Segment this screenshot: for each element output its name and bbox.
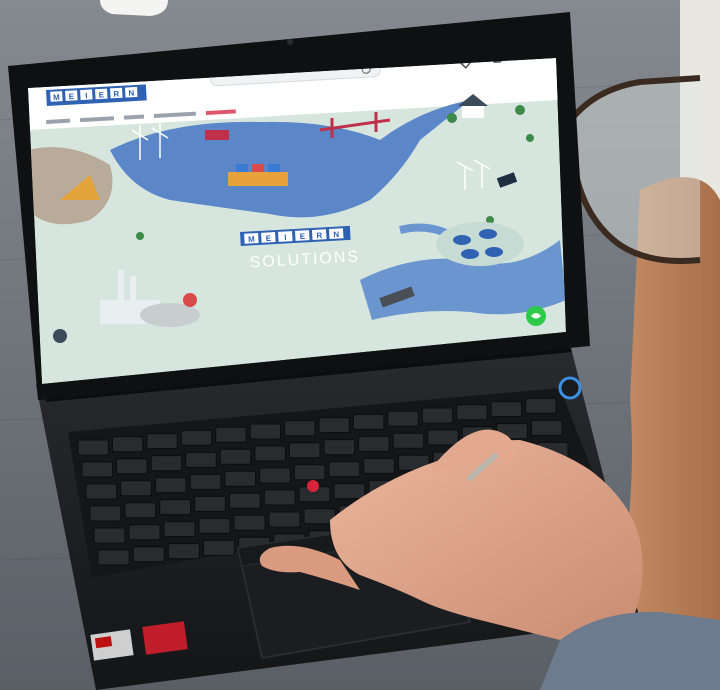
keyboard-key[interactable] <box>259 467 291 484</box>
keyboard-key[interactable] <box>132 546 165 563</box>
logo-letter: M <box>53 93 60 102</box>
keyboard-key[interactable] <box>189 473 222 490</box>
keyboard-key[interactable] <box>77 439 109 456</box>
keyboard-key[interactable] <box>150 455 183 472</box>
keyboard-key[interactable] <box>167 543 200 560</box>
keyboard-key[interactable] <box>93 527 126 544</box>
logo-letter: N <box>128 89 134 98</box>
keyboard-key[interactable] <box>128 524 161 541</box>
keyboard-key[interactable] <box>427 429 459 446</box>
keyboard-key[interactable] <box>159 499 192 516</box>
keyboard-key[interactable] <box>194 495 226 512</box>
keyboard-key[interactable] <box>421 407 454 424</box>
keyboard-key[interactable] <box>263 489 296 506</box>
keyboard-key[interactable] <box>228 492 261 509</box>
keyboard-key[interactable] <box>293 464 326 481</box>
keyboard-key[interactable] <box>530 419 563 436</box>
keyboard-key[interactable] <box>387 410 419 427</box>
keyboard-key[interactable] <box>323 439 356 456</box>
keyboard-key[interactable] <box>97 549 130 566</box>
keyboard-key[interactable] <box>219 448 252 465</box>
logo-letter: R <box>113 89 119 98</box>
keyboard-key[interactable] <box>456 404 488 421</box>
water-treatment-plant <box>436 222 524 266</box>
keyboard-key[interactable] <box>85 483 118 500</box>
webcam <box>287 39 293 45</box>
keyboard-key[interactable] <box>363 457 395 474</box>
keyboard-key[interactable] <box>215 426 247 443</box>
keyboard-key[interactable] <box>185 451 217 468</box>
keyboard-key[interactable] <box>333 483 366 500</box>
keyboard-key[interactable] <box>525 397 557 414</box>
keyboard-key[interactable] <box>352 413 385 430</box>
trackpoint-icon[interactable] <box>307 480 319 492</box>
keyboard-key[interactable] <box>202 539 236 556</box>
keyboard-key[interactable] <box>233 514 266 531</box>
keyboard-key[interactable] <box>490 401 523 418</box>
keyboard-key[interactable] <box>154 477 187 494</box>
cargo-ship <box>228 172 288 186</box>
screen: MEIERN M E I E R N SOLUTIONS <box>28 58 566 384</box>
keyboard-key[interactable] <box>180 429 213 446</box>
hero-letter: M <box>248 235 255 244</box>
sticker-ryzen <box>142 621 188 655</box>
keyboard-key[interactable] <box>81 461 114 478</box>
keyboard-key[interactable] <box>224 470 257 487</box>
keyboard-key[interactable] <box>328 461 361 478</box>
keyboard-key[interactable] <box>284 420 316 437</box>
power-button-icon[interactable] <box>558 376 582 400</box>
keyboard-key[interactable] <box>198 517 231 534</box>
keyboard-key[interactable] <box>288 442 321 459</box>
keyboard-key[interactable] <box>120 480 152 497</box>
keyboard-key[interactable] <box>124 502 157 519</box>
keyboard-key[interactable] <box>89 505 122 522</box>
keyboard-key[interactable] <box>111 436 144 453</box>
laptop-photo: MEIERN M E I E R N SOLUTIONS <box>0 0 720 690</box>
keyboard-key[interactable] <box>358 435 390 452</box>
ship <box>205 130 229 140</box>
keyboard-key[interactable] <box>254 445 286 462</box>
keyboard-key[interactable] <box>268 511 301 528</box>
keyboard-key[interactable] <box>163 521 196 538</box>
keyboard-key[interactable] <box>249 423 282 440</box>
keyboard-key[interactable] <box>116 458 148 475</box>
keyboard-key[interactable] <box>392 432 425 449</box>
keyboard-key[interactable] <box>318 417 350 434</box>
hero-letter: R <box>316 231 322 240</box>
hero-letter: N <box>333 230 339 239</box>
keyboard-key[interactable] <box>146 433 178 450</box>
info-icon[interactable] <box>53 329 67 343</box>
